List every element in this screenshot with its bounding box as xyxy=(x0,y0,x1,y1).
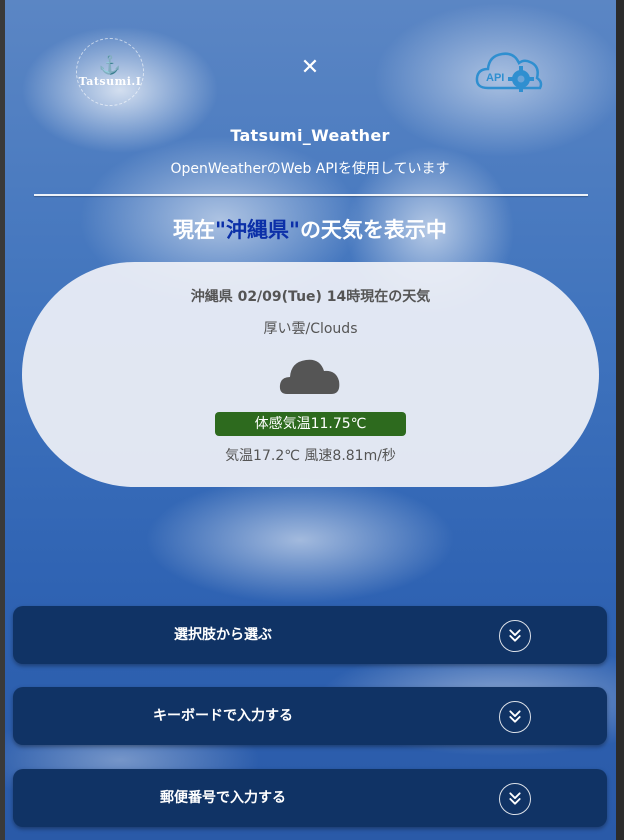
chevron-double-down-icon xyxy=(499,701,531,733)
status-prefecture: "沖縄県" xyxy=(215,218,300,242)
accordion-label: 選択肢から選ぶ xyxy=(174,627,272,643)
accordion-label: キーボードで入力する xyxy=(153,708,293,724)
accordion-postal-code-input[interactable]: 郵便番号で入力する xyxy=(13,769,607,827)
api-credit-text: OpenWeatherのWeb APIを使用しています xyxy=(170,161,450,177)
close-button[interactable]: ✕ xyxy=(298,55,322,81)
weather-header: 沖縄県 02/09(Tue) 14時現在の天気 xyxy=(190,289,431,305)
accordion-select-options[interactable]: 選択肢から選ぶ xyxy=(13,606,607,664)
accordion-keyboard-input[interactable]: キーボードで入力する xyxy=(13,687,607,745)
api-icon-text: API xyxy=(486,72,504,84)
app-title: Tatsumi_Weather xyxy=(230,126,390,145)
api-settings-icon[interactable]: API xyxy=(474,44,546,96)
status-suffix: の天気を表示中 xyxy=(299,218,447,242)
accordion-label: 郵便番号で入力する xyxy=(160,790,286,806)
status-prefix: 現在 xyxy=(173,218,216,242)
logo-text: Tatsumi.I xyxy=(78,74,142,88)
chevron-double-down-icon xyxy=(499,783,531,815)
divider xyxy=(34,194,588,196)
current-display-status: 現在"沖縄県"の天気を表示中 xyxy=(0,214,620,244)
anchor-icon: ⚓ xyxy=(98,54,122,76)
chevron-double-down-icon xyxy=(499,620,531,652)
site-logo[interactable]: ⚓ Tatsumi.I xyxy=(76,38,144,106)
weather-card: 沖縄県 02/09(Tue) 14時現在の天気 厚い雲/Clouds 体感気温1… xyxy=(22,262,599,487)
weather-description: 厚い雲/Clouds xyxy=(263,321,358,337)
feels-like-badge: 体感気温11.75℃ xyxy=(215,412,406,436)
cloud-icon xyxy=(279,359,340,394)
temperature-wind: 気温17.2℃ 風速8.81m/秒 xyxy=(225,448,396,464)
